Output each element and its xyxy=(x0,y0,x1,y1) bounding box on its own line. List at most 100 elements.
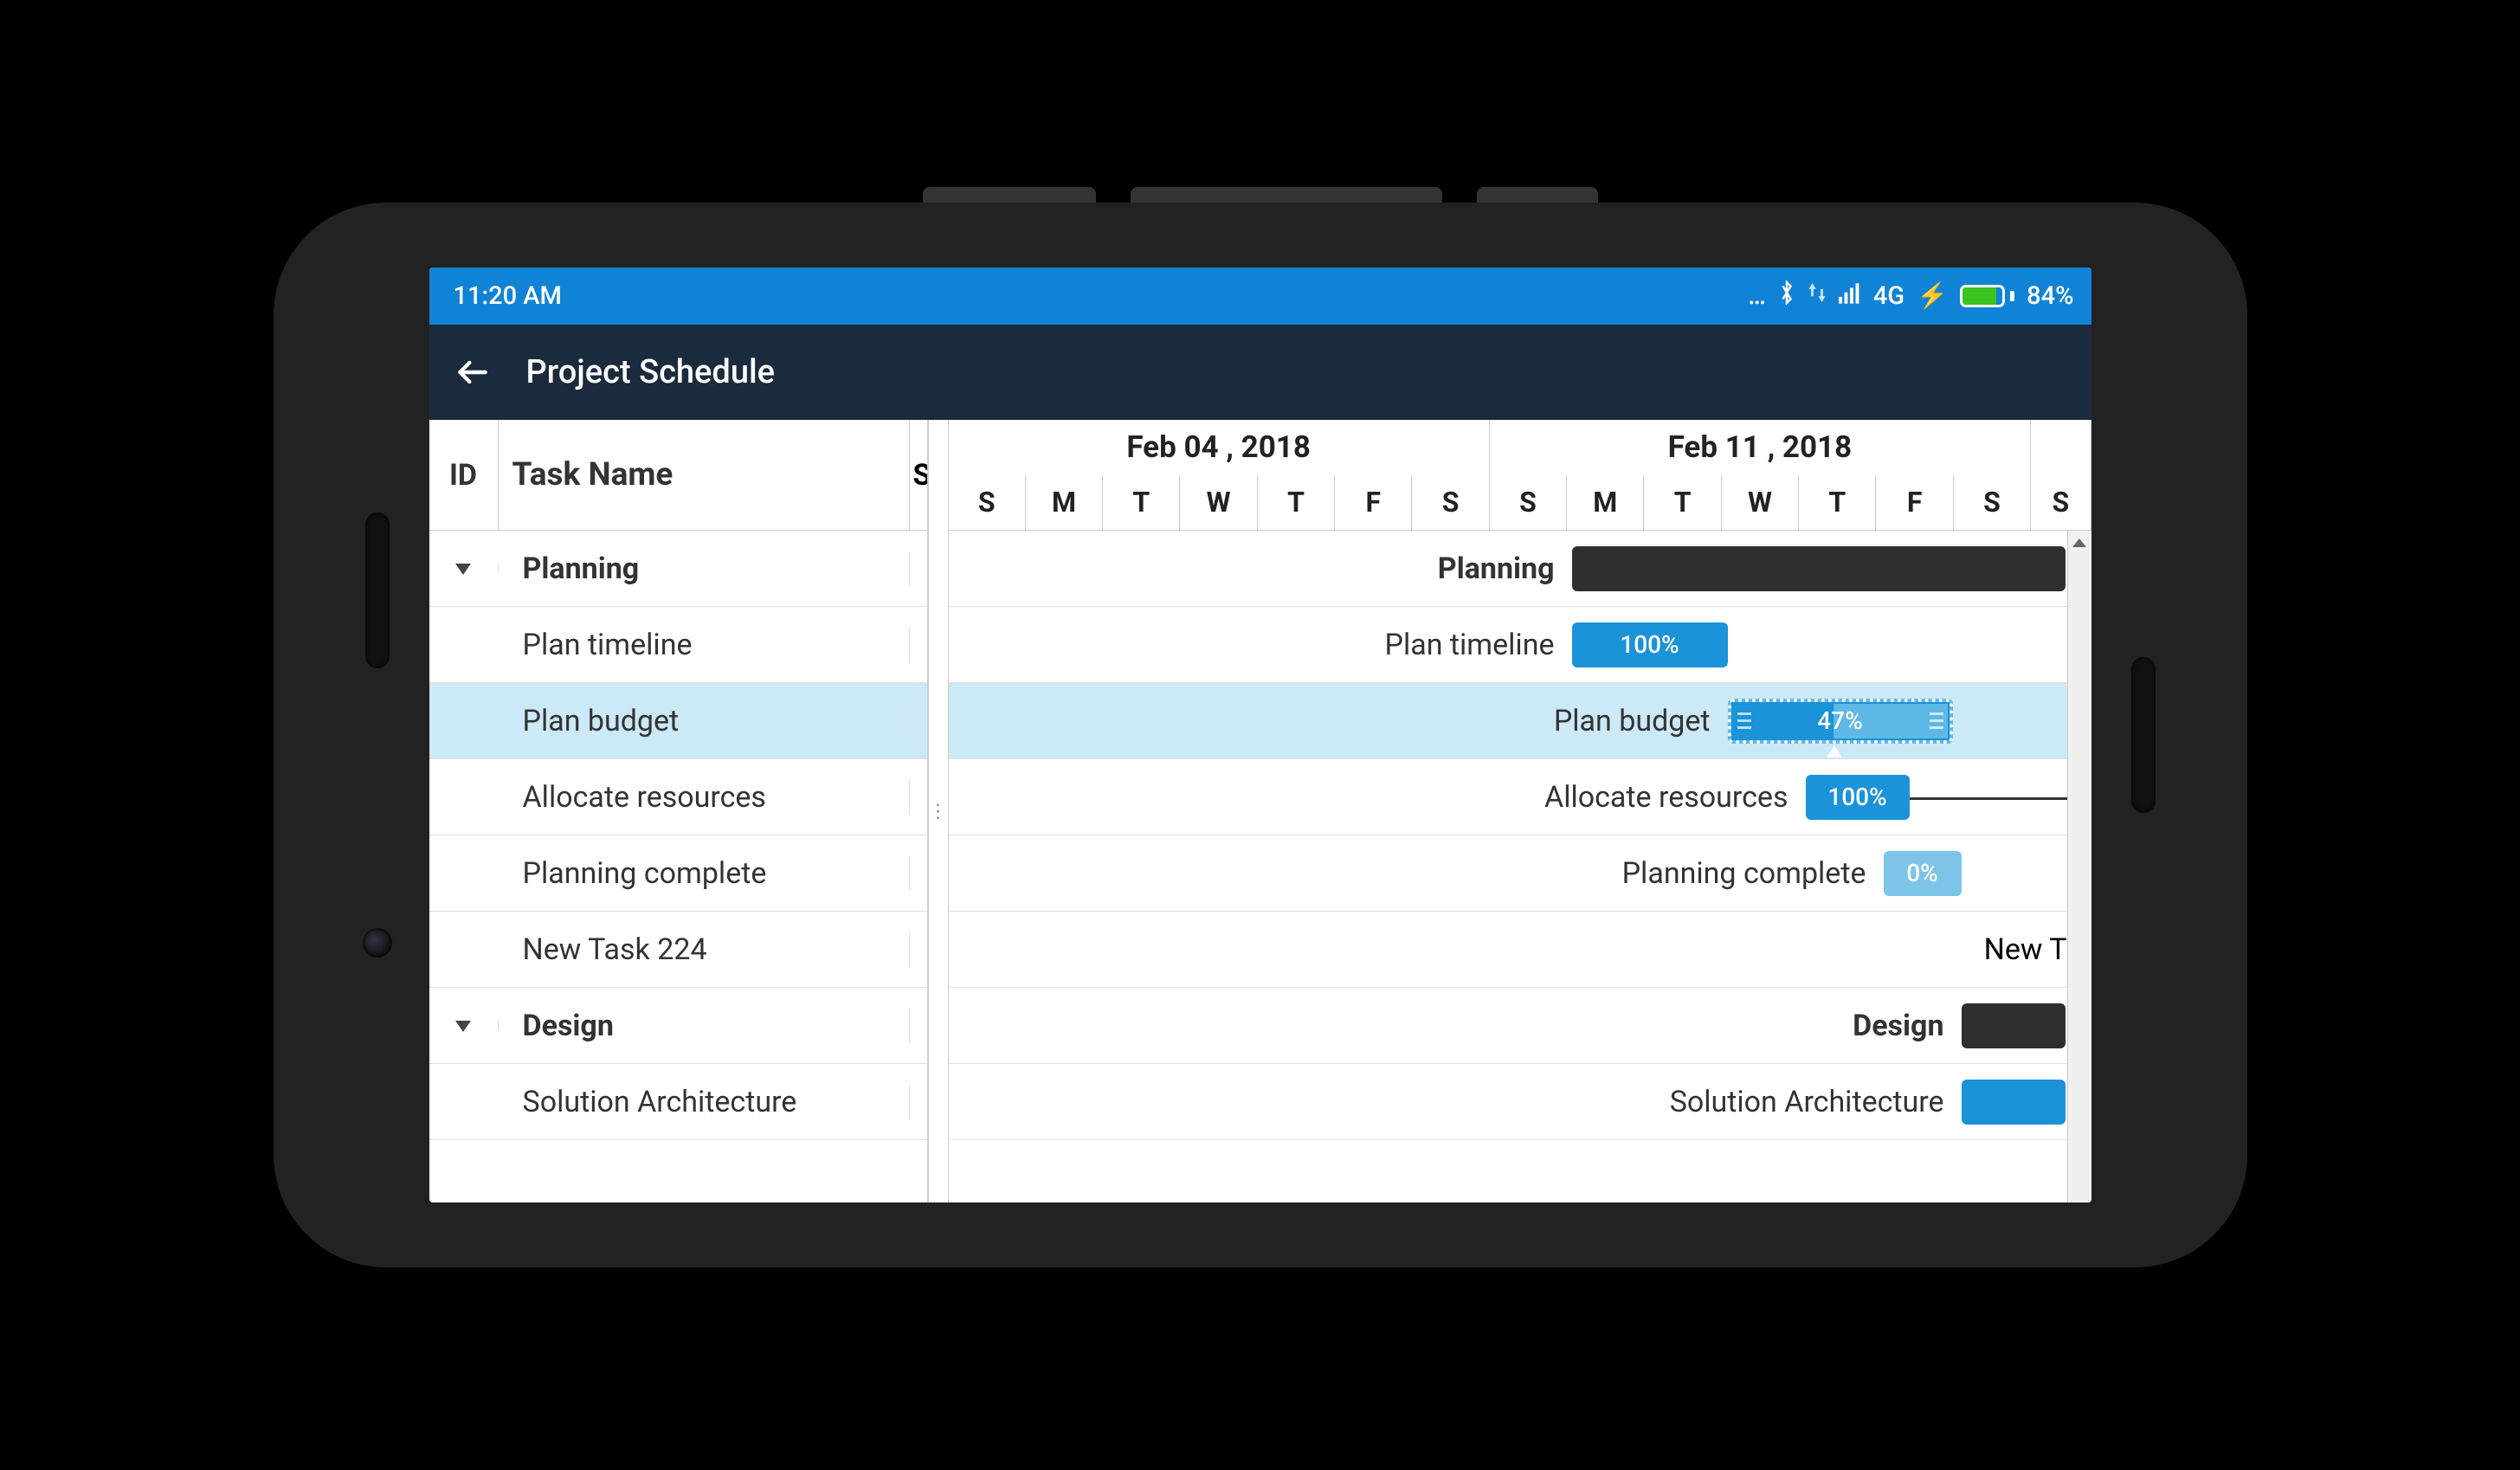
gantt-task-bar[interactable]: 100% xyxy=(1572,622,1728,667)
day-header[interactable]: W xyxy=(1180,475,1257,531)
day-header[interactable]: S xyxy=(1954,475,2031,531)
gantt-progress-label: 0% xyxy=(1906,859,1938,887)
day-header[interactable]: T xyxy=(1644,475,1721,531)
col-header-name[interactable]: Task Name xyxy=(499,420,910,530)
resize-handle-right[interactable] xyxy=(1927,706,1946,737)
content: ID Task Name S Planning Plan timeline Pl xyxy=(429,420,2091,1202)
task-grid[interactable]: ID Task Name S Planning Plan timeline Pl xyxy=(429,420,928,1202)
task-row[interactable]: Plan timeline xyxy=(429,607,927,683)
day-header[interactable]: T xyxy=(1258,475,1335,531)
gantt-task-label: New T xyxy=(1984,932,2067,967)
gantt-task-bar[interactable]: 100% xyxy=(1806,775,1910,820)
status-time: 11:20 AM xyxy=(454,281,562,311)
day-header[interactable]: F xyxy=(1876,475,1953,531)
gantt-task-bar-selected[interactable]: 47% xyxy=(1728,699,1953,744)
scroll-up-icon[interactable] xyxy=(2068,531,2091,555)
gantt-body[interactable]: Planning Plan timeline 100% Plan budget xyxy=(949,531,2091,1140)
gantt-task-label: Plan timeline xyxy=(1385,628,1555,662)
gantt-task-label: Planning complete xyxy=(1622,856,1866,891)
gantt-task-label: Plan budget xyxy=(1554,704,1711,738)
gantt-row[interactable]: Design xyxy=(949,988,2091,1064)
expand-icon[interactable] xyxy=(455,564,471,575)
task-name-cell: Solution Architecture xyxy=(499,1085,910,1119)
col-header-id[interactable]: ID xyxy=(429,420,499,530)
gantt-summary-bar[interactable] xyxy=(1962,1003,2066,1048)
day-header[interactable]: F xyxy=(1335,475,1412,531)
gantt-row[interactable]: Plan timeline 100% xyxy=(949,607,2091,683)
status-battery-pct: 84% xyxy=(2027,281,2073,311)
status-bar: 11:20 AM … 4G ⚡ 84% xyxy=(429,268,2091,325)
device-top-buttons xyxy=(923,187,1598,203)
device-camera xyxy=(363,928,392,957)
signal-icon xyxy=(1839,281,1861,311)
task-name-cell: Plan timeline xyxy=(499,628,910,662)
app-bar: Project Schedule xyxy=(429,325,2091,420)
data-arrows-icon xyxy=(1808,280,1827,312)
gantt-chart[interactable]: Feb 04 , 2018 Feb 11 , 2018 SMTWTFSSMTWT… xyxy=(949,420,2091,1202)
task-name-cell: Plan budget xyxy=(499,704,910,738)
gantt-progress-label: 47% xyxy=(1817,706,1862,735)
day-header[interactable]: S xyxy=(949,475,1026,531)
device-speaker xyxy=(2131,657,2156,813)
task-name-cell: Planning complete xyxy=(499,856,910,891)
back-arrow-icon[interactable] xyxy=(454,353,492,391)
battery-icon xyxy=(1960,285,2014,307)
day-header[interactable]: S xyxy=(2031,475,2091,531)
gantt-row[interactable]: Plan budget 47% xyxy=(949,683,2091,759)
gantt-progress-label: 100% xyxy=(1620,630,1679,659)
task-grid-header: ID Task Name S xyxy=(429,420,927,531)
week-header[interactable]: Feb 04 , 2018 xyxy=(949,420,1490,475)
day-header[interactable]: S xyxy=(1412,475,1489,531)
task-name-cell: Planning xyxy=(499,551,910,586)
task-row[interactable]: Allocate resources xyxy=(429,759,927,835)
status-more-icon: … xyxy=(1748,281,1766,311)
device-right xyxy=(2083,657,2204,813)
gantt-task-bar[interactable] xyxy=(1962,1080,2066,1125)
gantt-task-label: Design xyxy=(1853,1009,1943,1043)
gantt-row[interactable]: Planning complete 0% xyxy=(949,835,2091,912)
gantt-task-label: Solution Architecture xyxy=(1670,1085,1944,1119)
bluetooth-icon xyxy=(1778,280,1795,313)
charging-icon: ⚡ xyxy=(1917,281,1948,311)
day-header[interactable]: W xyxy=(1722,475,1799,531)
day-header[interactable]: T xyxy=(1103,475,1180,531)
dependency-link xyxy=(1910,797,2091,800)
task-row[interactable]: Design xyxy=(429,988,927,1064)
day-header[interactable]: M xyxy=(1026,475,1103,531)
gantt-row[interactable]: Solution Architecture xyxy=(949,1064,2091,1140)
gantt-progress-label: 100% xyxy=(1827,783,1886,811)
task-row[interactable]: Solution Architecture xyxy=(429,1064,927,1140)
vertical-scrollbar[interactable] xyxy=(2067,531,2091,1202)
gantt-task-label: Planning xyxy=(1438,551,1555,586)
task-name-cell: Design xyxy=(499,1009,910,1043)
gantt-row[interactable]: Planning xyxy=(949,531,2091,607)
task-name-cell: Allocate resources xyxy=(499,780,910,815)
task-name-cell: New Task 224 xyxy=(499,932,910,967)
gantt-row[interactable]: Allocate resources 100% xyxy=(949,759,2091,835)
day-header[interactable]: M xyxy=(1567,475,1644,531)
resize-handle-left[interactable] xyxy=(1735,706,1754,737)
day-header[interactable]: T xyxy=(1799,475,1876,531)
screen: 11:20 AM … 4G ⚡ 84% xyxy=(429,268,2091,1202)
week-header[interactable] xyxy=(2031,420,2091,475)
task-row[interactable]: Planning complete xyxy=(429,835,927,912)
week-header[interactable]: Feb 11 , 2018 xyxy=(1490,420,2031,475)
status-network: 4G xyxy=(1873,281,1905,311)
expand-icon[interactable] xyxy=(455,1021,471,1032)
splitter-grip-icon: ⋮ xyxy=(929,801,948,822)
gantt-milestone-bar[interactable]: 0% xyxy=(1884,851,1962,896)
device-left xyxy=(317,513,438,957)
gantt-summary-bar[interactable] xyxy=(1572,546,2066,591)
task-row[interactable]: New Task 224 xyxy=(429,912,927,988)
page-title: Project Schedule xyxy=(526,353,776,391)
pane-splitter[interactable]: ⋮ xyxy=(928,420,949,1202)
gantt-header: Feb 04 , 2018 Feb 11 , 2018 SMTWTFSSMTWT… xyxy=(949,420,2091,531)
gantt-row[interactable]: New T xyxy=(949,912,2091,988)
device-speaker xyxy=(365,513,390,668)
device-frame: 11:20 AM … 4G ⚡ 84% xyxy=(274,203,2247,1267)
gantt-task-label: Allocate resources xyxy=(1544,780,1788,815)
task-row[interactable]: Planning xyxy=(429,531,927,607)
day-header[interactable]: S xyxy=(1490,475,1567,531)
col-header-extra[interactable]: S xyxy=(910,420,927,530)
task-row[interactable]: Plan budget xyxy=(429,683,927,759)
